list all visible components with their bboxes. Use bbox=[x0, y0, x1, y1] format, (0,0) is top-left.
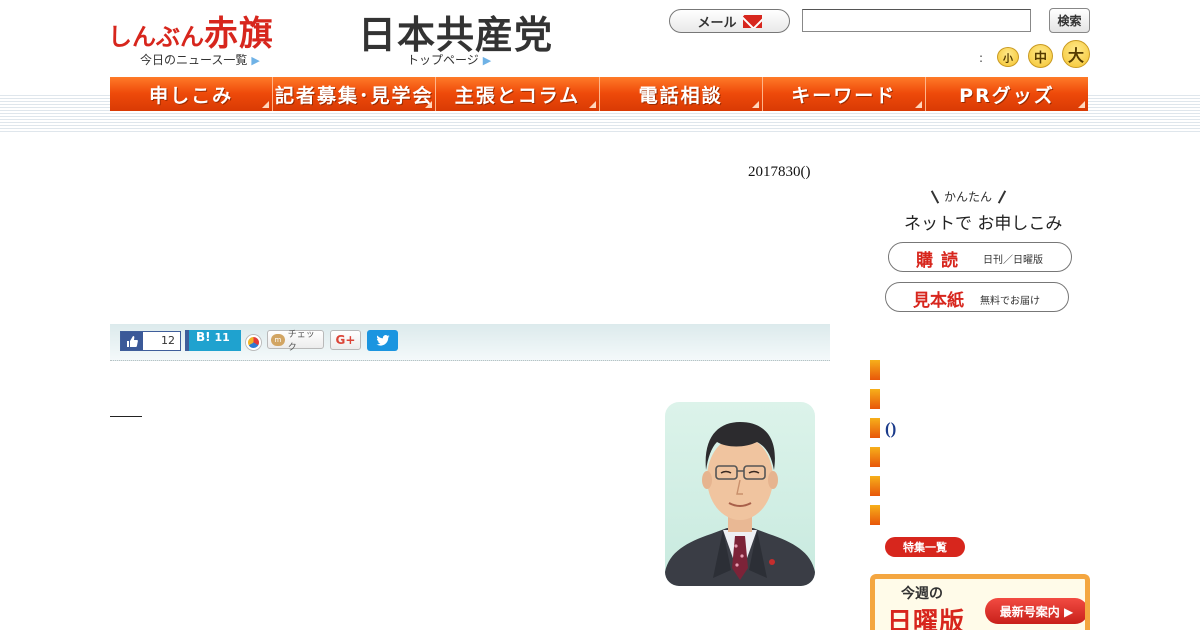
mixi-label: チェック bbox=[287, 329, 315, 353]
sunday-edition-label: 日曜版 bbox=[887, 607, 966, 630]
hatena-count: 11 bbox=[214, 331, 230, 344]
triangle-right-icon: ▶ bbox=[482, 54, 492, 67]
feature-list-button[interactable]: 特集一覧 bbox=[885, 537, 965, 557]
triangle-right-icon: ▶ bbox=[251, 54, 260, 67]
list-bullet-mark bbox=[870, 476, 880, 496]
search-input[interactable] bbox=[802, 9, 1031, 32]
online-apply-heading: ネットで お申しこみ bbox=[904, 214, 1063, 234]
nav-item-phone-consult[interactable]: 電話相談 bbox=[599, 77, 763, 111]
todays-news-label: 今日のニュース一覧 bbox=[140, 53, 248, 67]
easy-label: かんたん bbox=[944, 190, 993, 204]
todays-news-link[interactable]: 今日のニュース一覧 ▶ bbox=[140, 51, 260, 68]
google-plus-button[interactable]: G+ bbox=[330, 330, 361, 350]
top-page-label: トップページ bbox=[407, 53, 479, 67]
twitter-bird-icon bbox=[375, 335, 390, 346]
share-badge-icon[interactable] bbox=[246, 335, 261, 350]
nav-item-pr-goods[interactable]: PRグッズ bbox=[925, 77, 1089, 111]
thumbs-up-icon bbox=[121, 332, 143, 350]
list-bullet-mark bbox=[870, 505, 880, 525]
nav-item-reporter-recruit[interactable]: 記者募集･見学会 bbox=[273, 77, 437, 111]
like-count: 12 bbox=[161, 334, 175, 347]
logo-kana: しんぶん bbox=[108, 23, 204, 51]
article-date: 2017830() bbox=[748, 164, 811, 180]
list-bullet-mark bbox=[870, 418, 880, 438]
list-bullet-mark bbox=[870, 389, 880, 409]
sample-paper-button[interactable]: 見本紙 無料でお届け bbox=[885, 282, 1069, 312]
this-week-label: 今週の bbox=[901, 586, 943, 602]
font-size-large-button[interactable]: 大 bbox=[1062, 40, 1090, 68]
share-bar: 12 B! 11 m チェック G+ bbox=[110, 324, 830, 361]
mixi-icon: m bbox=[271, 333, 285, 346]
headline-dash bbox=[110, 416, 142, 417]
sunday-edition-banner[interactable]: 今週の 日曜版 最新号案内 ▶ bbox=[870, 574, 1090, 630]
top-page-link[interactable]: トップページ ▶ bbox=[407, 51, 491, 68]
main-nav: 申しこみ 記者募集･見学会 主張とコラム 電話相談 キーワード PRグッズ bbox=[110, 77, 1089, 111]
list-bullet-mark bbox=[870, 447, 880, 467]
sample-paper-sub-label: 無料でお届け bbox=[980, 296, 1040, 307]
subscribe-sub-label: 日刊／日曜版 bbox=[983, 255, 1043, 266]
mail-label: メール bbox=[697, 15, 737, 31]
fontsize-separator: : bbox=[979, 51, 984, 65]
nav-item-editorial-column[interactable]: 主張とコラム bbox=[436, 77, 600, 111]
subscribe-label: 購読 bbox=[916, 251, 966, 271]
decor-slash-right bbox=[997, 190, 1007, 204]
latest-issue-button[interactable]: 最新号案内 ▶ bbox=[985, 598, 1085, 624]
mixi-check-button[interactable]: m チェック bbox=[267, 330, 324, 353]
search-button[interactable]: 検索 bbox=[1049, 8, 1090, 33]
list-bullet-mark bbox=[870, 360, 880, 380]
hatena-bookmark-button[interactable]: B! 11 bbox=[185, 330, 241, 351]
akahata-logo[interactable]: しんぶん赤旗 bbox=[108, 6, 274, 55]
font-size-medium-button[interactable]: 中 bbox=[1028, 44, 1053, 68]
sample-paper-label: 見本紙 bbox=[913, 291, 964, 311]
hatena-label: B! bbox=[196, 330, 211, 344]
special-feature-link[interactable]: () bbox=[885, 419, 896, 439]
font-size-small-button[interactable]: 小 bbox=[997, 47, 1019, 67]
nav-item-keyword[interactable]: キーワード bbox=[762, 77, 926, 111]
decor-slash-left bbox=[930, 190, 940, 204]
logo-kanji: 赤旗 bbox=[204, 14, 274, 54]
envelope-icon bbox=[742, 14, 762, 28]
nav-item-apply[interactable]: 申しこみ bbox=[110, 77, 274, 111]
portrait-photo bbox=[665, 402, 815, 586]
subscribe-button[interactable]: 購読 日刊／日曜版 bbox=[888, 242, 1072, 272]
mail-button[interactable]: メール bbox=[669, 9, 790, 33]
twitter-button[interactable] bbox=[367, 330, 398, 351]
facebook-like-button[interactable]: 12 bbox=[120, 331, 181, 351]
